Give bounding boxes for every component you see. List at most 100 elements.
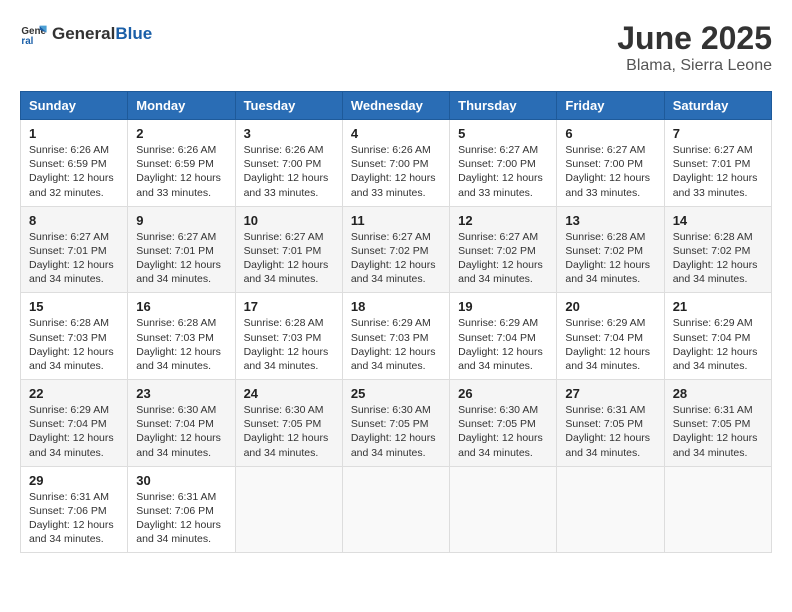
day-info: Sunrise: 6:30 AM Sunset: 7:04 PM Dayligh… xyxy=(136,403,226,460)
day-number: 4 xyxy=(351,126,441,141)
day-info: Sunrise: 6:26 AM Sunset: 7:00 PM Dayligh… xyxy=(351,143,441,200)
day-number: 15 xyxy=(29,299,119,314)
day-info: Sunrise: 6:29 AM Sunset: 7:04 PM Dayligh… xyxy=(458,316,548,373)
table-row: 28 Sunrise: 6:31 AM Sunset: 7:05 PM Dayl… xyxy=(664,380,771,467)
table-row: 26 Sunrise: 6:30 AM Sunset: 7:05 PM Dayl… xyxy=(450,380,557,467)
day-number: 10 xyxy=(244,213,334,228)
col-tuesday: Tuesday xyxy=(235,92,342,120)
day-info: Sunrise: 6:31 AM Sunset: 7:06 PM Dayligh… xyxy=(136,490,226,547)
day-number: 7 xyxy=(673,126,763,141)
table-row: 7 Sunrise: 6:27 AM Sunset: 7:01 PM Dayli… xyxy=(664,120,771,207)
calendar-week-row: 8 Sunrise: 6:27 AM Sunset: 7:01 PM Dayli… xyxy=(21,206,772,293)
table-row: 6 Sunrise: 6:27 AM Sunset: 7:00 PM Dayli… xyxy=(557,120,664,207)
day-number: 23 xyxy=(136,386,226,401)
table-row: 5 Sunrise: 6:27 AM Sunset: 7:00 PM Dayli… xyxy=(450,120,557,207)
day-info: Sunrise: 6:28 AM Sunset: 7:02 PM Dayligh… xyxy=(673,230,763,287)
logo-general-text: General xyxy=(52,24,115,44)
day-number: 27 xyxy=(565,386,655,401)
day-info: Sunrise: 6:27 AM Sunset: 7:02 PM Dayligh… xyxy=(351,230,441,287)
table-row xyxy=(450,466,557,553)
col-friday: Friday xyxy=(557,92,664,120)
logo-icon: Gene ral xyxy=(20,20,48,48)
day-info: Sunrise: 6:27 AM Sunset: 7:01 PM Dayligh… xyxy=(673,143,763,200)
table-row xyxy=(557,466,664,553)
table-row: 29 Sunrise: 6:31 AM Sunset: 7:06 PM Dayl… xyxy=(21,466,128,553)
table-row: 11 Sunrise: 6:27 AM Sunset: 7:02 PM Dayl… xyxy=(342,206,449,293)
day-number: 6 xyxy=(565,126,655,141)
day-info: Sunrise: 6:27 AM Sunset: 7:00 PM Dayligh… xyxy=(458,143,548,200)
day-number: 18 xyxy=(351,299,441,314)
day-info: Sunrise: 6:27 AM Sunset: 7:00 PM Dayligh… xyxy=(565,143,655,200)
table-row: 4 Sunrise: 6:26 AM Sunset: 7:00 PM Dayli… xyxy=(342,120,449,207)
day-info: Sunrise: 6:29 AM Sunset: 7:04 PM Dayligh… xyxy=(565,316,655,373)
day-number: 8 xyxy=(29,213,119,228)
table-row: 25 Sunrise: 6:30 AM Sunset: 7:05 PM Dayl… xyxy=(342,380,449,467)
day-info: Sunrise: 6:29 AM Sunset: 7:04 PM Dayligh… xyxy=(29,403,119,460)
day-info: Sunrise: 6:28 AM Sunset: 7:02 PM Dayligh… xyxy=(565,230,655,287)
day-info: Sunrise: 6:30 AM Sunset: 7:05 PM Dayligh… xyxy=(244,403,334,460)
col-saturday: Saturday xyxy=(664,92,771,120)
table-row: 19 Sunrise: 6:29 AM Sunset: 7:04 PM Dayl… xyxy=(450,293,557,380)
calendar-table: Sunday Monday Tuesday Wednesday Thursday… xyxy=(20,91,772,553)
day-info: Sunrise: 6:26 AM Sunset: 6:59 PM Dayligh… xyxy=(136,143,226,200)
table-row: 2 Sunrise: 6:26 AM Sunset: 6:59 PM Dayli… xyxy=(128,120,235,207)
day-number: 20 xyxy=(565,299,655,314)
table-row xyxy=(342,466,449,553)
table-row: 21 Sunrise: 6:29 AM Sunset: 7:04 PM Dayl… xyxy=(664,293,771,380)
day-info: Sunrise: 6:27 AM Sunset: 7:01 PM Dayligh… xyxy=(29,230,119,287)
day-number: 3 xyxy=(244,126,334,141)
day-number: 9 xyxy=(136,213,226,228)
day-info: Sunrise: 6:31 AM Sunset: 7:05 PM Dayligh… xyxy=(673,403,763,460)
table-row: 3 Sunrise: 6:26 AM Sunset: 7:00 PM Dayli… xyxy=(235,120,342,207)
day-number: 24 xyxy=(244,386,334,401)
table-row: 30 Sunrise: 6:31 AM Sunset: 7:06 PM Dayl… xyxy=(128,466,235,553)
day-number: 17 xyxy=(244,299,334,314)
calendar-week-row: 29 Sunrise: 6:31 AM Sunset: 7:06 PM Dayl… xyxy=(21,466,772,553)
day-info: Sunrise: 6:31 AM Sunset: 7:06 PM Dayligh… xyxy=(29,490,119,547)
day-number: 19 xyxy=(458,299,548,314)
table-row: 1 Sunrise: 6:26 AM Sunset: 6:59 PM Dayli… xyxy=(21,120,128,207)
day-info: Sunrise: 6:28 AM Sunset: 7:03 PM Dayligh… xyxy=(29,316,119,373)
day-info: Sunrise: 6:27 AM Sunset: 7:01 PM Dayligh… xyxy=(244,230,334,287)
table-row: 9 Sunrise: 6:27 AM Sunset: 7:01 PM Dayli… xyxy=(128,206,235,293)
table-row: 12 Sunrise: 6:27 AM Sunset: 7:02 PM Dayl… xyxy=(450,206,557,293)
day-number: 11 xyxy=(351,213,441,228)
page-header: Gene ral GeneralBlue June 2025 Blama, Si… xyxy=(20,20,772,75)
table-row: 15 Sunrise: 6:28 AM Sunset: 7:03 PM Dayl… xyxy=(21,293,128,380)
table-row: 22 Sunrise: 6:29 AM Sunset: 7:04 PM Dayl… xyxy=(21,380,128,467)
day-number: 12 xyxy=(458,213,548,228)
day-number: 16 xyxy=(136,299,226,314)
day-info: Sunrise: 6:26 AM Sunset: 7:00 PM Dayligh… xyxy=(244,143,334,200)
month-year-title: June 2025 xyxy=(617,20,772,57)
table-row: 16 Sunrise: 6:28 AM Sunset: 7:03 PM Dayl… xyxy=(128,293,235,380)
col-sunday: Sunday xyxy=(21,92,128,120)
day-info: Sunrise: 6:27 AM Sunset: 7:01 PM Dayligh… xyxy=(136,230,226,287)
table-row: 24 Sunrise: 6:30 AM Sunset: 7:05 PM Dayl… xyxy=(235,380,342,467)
title-block: June 2025 Blama, Sierra Leone xyxy=(617,20,772,75)
day-info: Sunrise: 6:31 AM Sunset: 7:05 PM Dayligh… xyxy=(565,403,655,460)
day-number: 5 xyxy=(458,126,548,141)
day-info: Sunrise: 6:28 AM Sunset: 7:03 PM Dayligh… xyxy=(244,316,334,373)
day-number: 13 xyxy=(565,213,655,228)
day-number: 22 xyxy=(29,386,119,401)
table-row: 27 Sunrise: 6:31 AM Sunset: 7:05 PM Dayl… xyxy=(557,380,664,467)
calendar-week-row: 15 Sunrise: 6:28 AM Sunset: 7:03 PM Dayl… xyxy=(21,293,772,380)
day-number: 28 xyxy=(673,386,763,401)
day-number: 1 xyxy=(29,126,119,141)
table-row xyxy=(235,466,342,553)
day-info: Sunrise: 6:29 AM Sunset: 7:03 PM Dayligh… xyxy=(351,316,441,373)
table-row: 8 Sunrise: 6:27 AM Sunset: 7:01 PM Dayli… xyxy=(21,206,128,293)
logo-blue-text: Blue xyxy=(115,24,152,44)
table-row xyxy=(664,466,771,553)
day-number: 2 xyxy=(136,126,226,141)
logo: Gene ral GeneralBlue xyxy=(20,20,152,48)
table-row: 23 Sunrise: 6:30 AM Sunset: 7:04 PM Dayl… xyxy=(128,380,235,467)
calendar-week-row: 1 Sunrise: 6:26 AM Sunset: 6:59 PM Dayli… xyxy=(21,120,772,207)
day-info: Sunrise: 6:30 AM Sunset: 7:05 PM Dayligh… xyxy=(351,403,441,460)
table-row: 13 Sunrise: 6:28 AM Sunset: 7:02 PM Dayl… xyxy=(557,206,664,293)
table-row: 18 Sunrise: 6:29 AM Sunset: 7:03 PM Dayl… xyxy=(342,293,449,380)
day-number: 21 xyxy=(673,299,763,314)
location-subtitle: Blama, Sierra Leone xyxy=(617,57,772,75)
col-wednesday: Wednesday xyxy=(342,92,449,120)
day-number: 25 xyxy=(351,386,441,401)
